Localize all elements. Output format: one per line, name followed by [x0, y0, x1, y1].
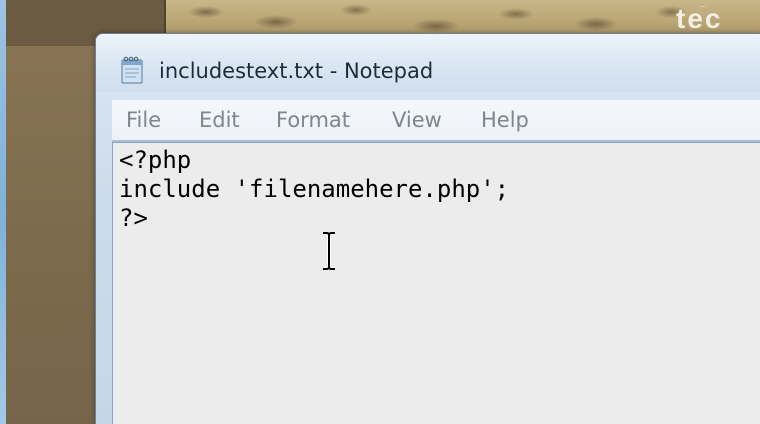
- window-title: includestext.txt - Notepad: [159, 59, 434, 83]
- editor-line-3: ?>: [119, 204, 148, 232]
- menu-help[interactable]: Help: [481, 100, 529, 140]
- editor-line-2: include 'filenamehere.php';: [119, 175, 510, 203]
- title-bar[interactable]: includestext.txt - Notepad: [96, 34, 760, 92]
- editor-frame: <?php include 'filenamehere.php'; ?>: [112, 140, 760, 424]
- menu-file[interactable]: File: [126, 100, 161, 140]
- menu-bar: File Edit Format View Help: [112, 100, 760, 141]
- notepad-window: includestext.txt - Notepad File Edit For…: [95, 33, 760, 424]
- screen: ... tec includestext.txt - Notepad File: [0, 0, 760, 424]
- notepad-icon[interactable]: [118, 55, 148, 85]
- text-cursor-icon: [321, 231, 337, 271]
- menu-format[interactable]: Format: [276, 100, 350, 140]
- menu-view[interactable]: View: [392, 100, 442, 140]
- menu-edit[interactable]: Edit: [199, 100, 240, 140]
- editor-line-1: <?php: [119, 146, 192, 174]
- background-photo-text: tec: [676, 3, 723, 34]
- text-editor[interactable]: <?php include 'filenamehere.php'; ?>: [112, 142, 760, 424]
